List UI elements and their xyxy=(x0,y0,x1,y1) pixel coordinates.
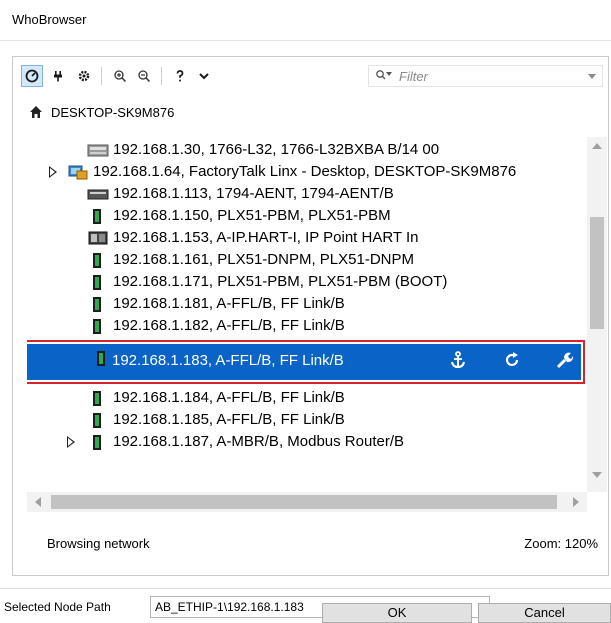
tree-row[interactable]: 192.168.1.187, A-MBR/B, Modbus Router/B xyxy=(27,431,587,453)
browser-panel: Filter DESKTOP-SK9M876 192.168.1.30, 176… xyxy=(12,56,609,576)
toolbar-separator xyxy=(161,67,162,85)
tree-row[interactable]: 192.168.1.184, A-FFL/B, FF Link/B xyxy=(27,387,587,409)
home-icon xyxy=(30,106,42,118)
status-message: Browsing network xyxy=(47,536,150,551)
module-icon xyxy=(93,391,101,406)
module-icon xyxy=(93,275,101,290)
module-icon xyxy=(93,297,101,312)
tree-row-label: 192.168.1.182, A-FFL/B, FF Link/B xyxy=(113,317,345,334)
tree-row-selected[interactable]: 192.168.1.183, A-FFL/B, FF Link/B xyxy=(27,340,585,384)
ok-button[interactable]: OK xyxy=(322,603,472,623)
tree-row[interactable]: 192.168.1.182, A-FFL/B, FF Link/B xyxy=(27,315,587,337)
module-icon xyxy=(93,435,101,450)
horizontal-scroll-thumb[interactable] xyxy=(51,495,557,509)
refresh-icon[interactable] xyxy=(502,350,522,370)
selected-path-value: AB_ETHIP-1\192.168.1.183 xyxy=(155,600,304,614)
tree-row[interactable]: 192.168.1.153, A-IP.HART-I, IP Point HAR… xyxy=(27,227,587,249)
tree-row[interactable]: 192.168.1.150, PLX51-PBM, PLX51-PBM xyxy=(27,205,587,227)
filter-placeholder: Filter xyxy=(399,69,428,84)
vertical-scroll-thumb[interactable] xyxy=(590,217,604,329)
tree-row-label: 192.168.1.185, A-FFL/B, FF Link/B xyxy=(113,411,345,428)
anchor-icon[interactable] xyxy=(448,350,468,370)
expand-icon[interactable] xyxy=(49,166,57,178)
tree-row[interactable]: 192.168.1.161, PLX51-DNPM, PLX51-DNPM xyxy=(27,249,587,271)
tree-row-label: 192.168.1.153, A-IP.HART-I, IP Point HAR… xyxy=(113,229,419,246)
horizontal-scrollbar[interactable] xyxy=(27,492,587,512)
tree-row-label: 192.168.1.187, A-MBR/B, Modbus Router/B xyxy=(113,433,404,450)
tree-row[interactable]: 192.168.1.64, FactoryTalk Linx - Desktop… xyxy=(27,161,587,183)
status-bar: Browsing network Zoom: 120% xyxy=(13,519,608,575)
tree-row-label: 192.168.1.113, 1794-AENT, 1794-AENT/B xyxy=(113,185,394,202)
chevron-down-icon xyxy=(199,73,209,80)
tree-row-label: 192.168.1.150, PLX51-PBM, PLX51-PBM xyxy=(113,207,391,224)
filter-search-icon xyxy=(376,70,392,80)
tree-row[interactable]: 192.168.1.171, PLX51-PBM, PLX51-PBM (BOO… xyxy=(27,271,587,293)
module-icon xyxy=(97,351,105,366)
title-bar: WhoBrowser xyxy=(0,0,611,41)
help-button[interactable] xyxy=(169,65,191,87)
title-divider xyxy=(0,40,611,41)
scroll-down-icon[interactable] xyxy=(592,472,602,478)
tree-row[interactable]: 192.168.1.30, 1766-L32, 1766-L32BXBA B/1… xyxy=(27,139,587,161)
wrench-icon[interactable] xyxy=(555,350,575,370)
adapter-icon xyxy=(87,189,109,200)
help-icon xyxy=(176,70,184,82)
more-button[interactable] xyxy=(193,65,215,87)
module-icon xyxy=(93,209,101,224)
root-label: DESKTOP-SK9M876 xyxy=(51,105,175,120)
tree-row[interactable]: 192.168.1.181, A-FFL/B, FF Link/B xyxy=(27,293,587,315)
plc-icon xyxy=(87,144,109,157)
zoom-in-icon xyxy=(114,70,127,83)
footer-divider xyxy=(0,588,611,589)
zoom-level: Zoom: 120% xyxy=(524,536,598,551)
tree-row-label: 192.168.1.181, A-FFL/B, FF Link/B xyxy=(113,295,345,312)
device-tree: 192.168.1.30, 1766-L32, 1766-L32BXBA B/1… xyxy=(27,137,607,511)
window-title: WhoBrowser xyxy=(12,12,87,27)
browse-mode-icon xyxy=(25,69,39,83)
zoom-in-button[interactable] xyxy=(109,65,131,87)
gear-icon xyxy=(78,70,90,82)
toolbar: Filter xyxy=(13,57,608,95)
tree-row-label: 192.168.1.30, 1766-L32, 1766-L32BXBA B/1… xyxy=(113,141,440,158)
workstation-icon xyxy=(68,165,88,180)
settings-button[interactable] xyxy=(73,65,95,87)
tree-root[interactable]: DESKTOP-SK9M876 xyxy=(13,101,608,125)
toolbar-separator xyxy=(101,67,102,85)
zoom-out-button[interactable] xyxy=(133,65,155,87)
io-module-icon xyxy=(88,231,108,245)
scroll-right-icon[interactable] xyxy=(573,497,579,507)
scroll-left-icon[interactable] xyxy=(35,497,41,507)
module-icon xyxy=(93,319,101,334)
tree-row-label: 192.168.1.184, A-FFL/B, FF Link/B xyxy=(113,389,345,406)
tree-row-label: 192.168.1.64, FactoryTalk Linx - Desktop… xyxy=(93,163,517,180)
cancel-button[interactable]: Cancel xyxy=(478,603,611,623)
tree-row-label: 192.168.1.171, PLX51-PBM, PLX51-PBM (BOO… xyxy=(113,273,448,290)
zoom-out-icon xyxy=(138,70,151,83)
selected-path-label: Selected Node Path xyxy=(4,600,111,614)
filter-dropdown-icon[interactable] xyxy=(588,74,596,79)
tree-row-label: 192.168.1.161, PLX51-DNPM, PLX51-DNPM xyxy=(113,251,414,268)
plug-button[interactable] xyxy=(47,65,69,87)
expand-icon[interactable] xyxy=(67,436,75,448)
filter-input[interactable]: Filter xyxy=(368,65,603,87)
scroll-up-icon[interactable] xyxy=(592,143,602,149)
plug-icon xyxy=(54,71,62,82)
tree-row-label: 192.168.1.183, A-FFL/B, FF Link/B xyxy=(112,352,344,369)
module-icon xyxy=(93,413,101,428)
tree-row[interactable]: 192.168.1.113, 1794-AENT, 1794-AENT/B xyxy=(27,183,587,205)
browse-mode-button[interactable] xyxy=(21,65,43,87)
tree-row[interactable]: 192.168.1.185, A-FFL/B, FF Link/B xyxy=(27,409,587,431)
vertical-scrollbar[interactable] xyxy=(587,137,607,492)
module-icon xyxy=(93,253,101,268)
